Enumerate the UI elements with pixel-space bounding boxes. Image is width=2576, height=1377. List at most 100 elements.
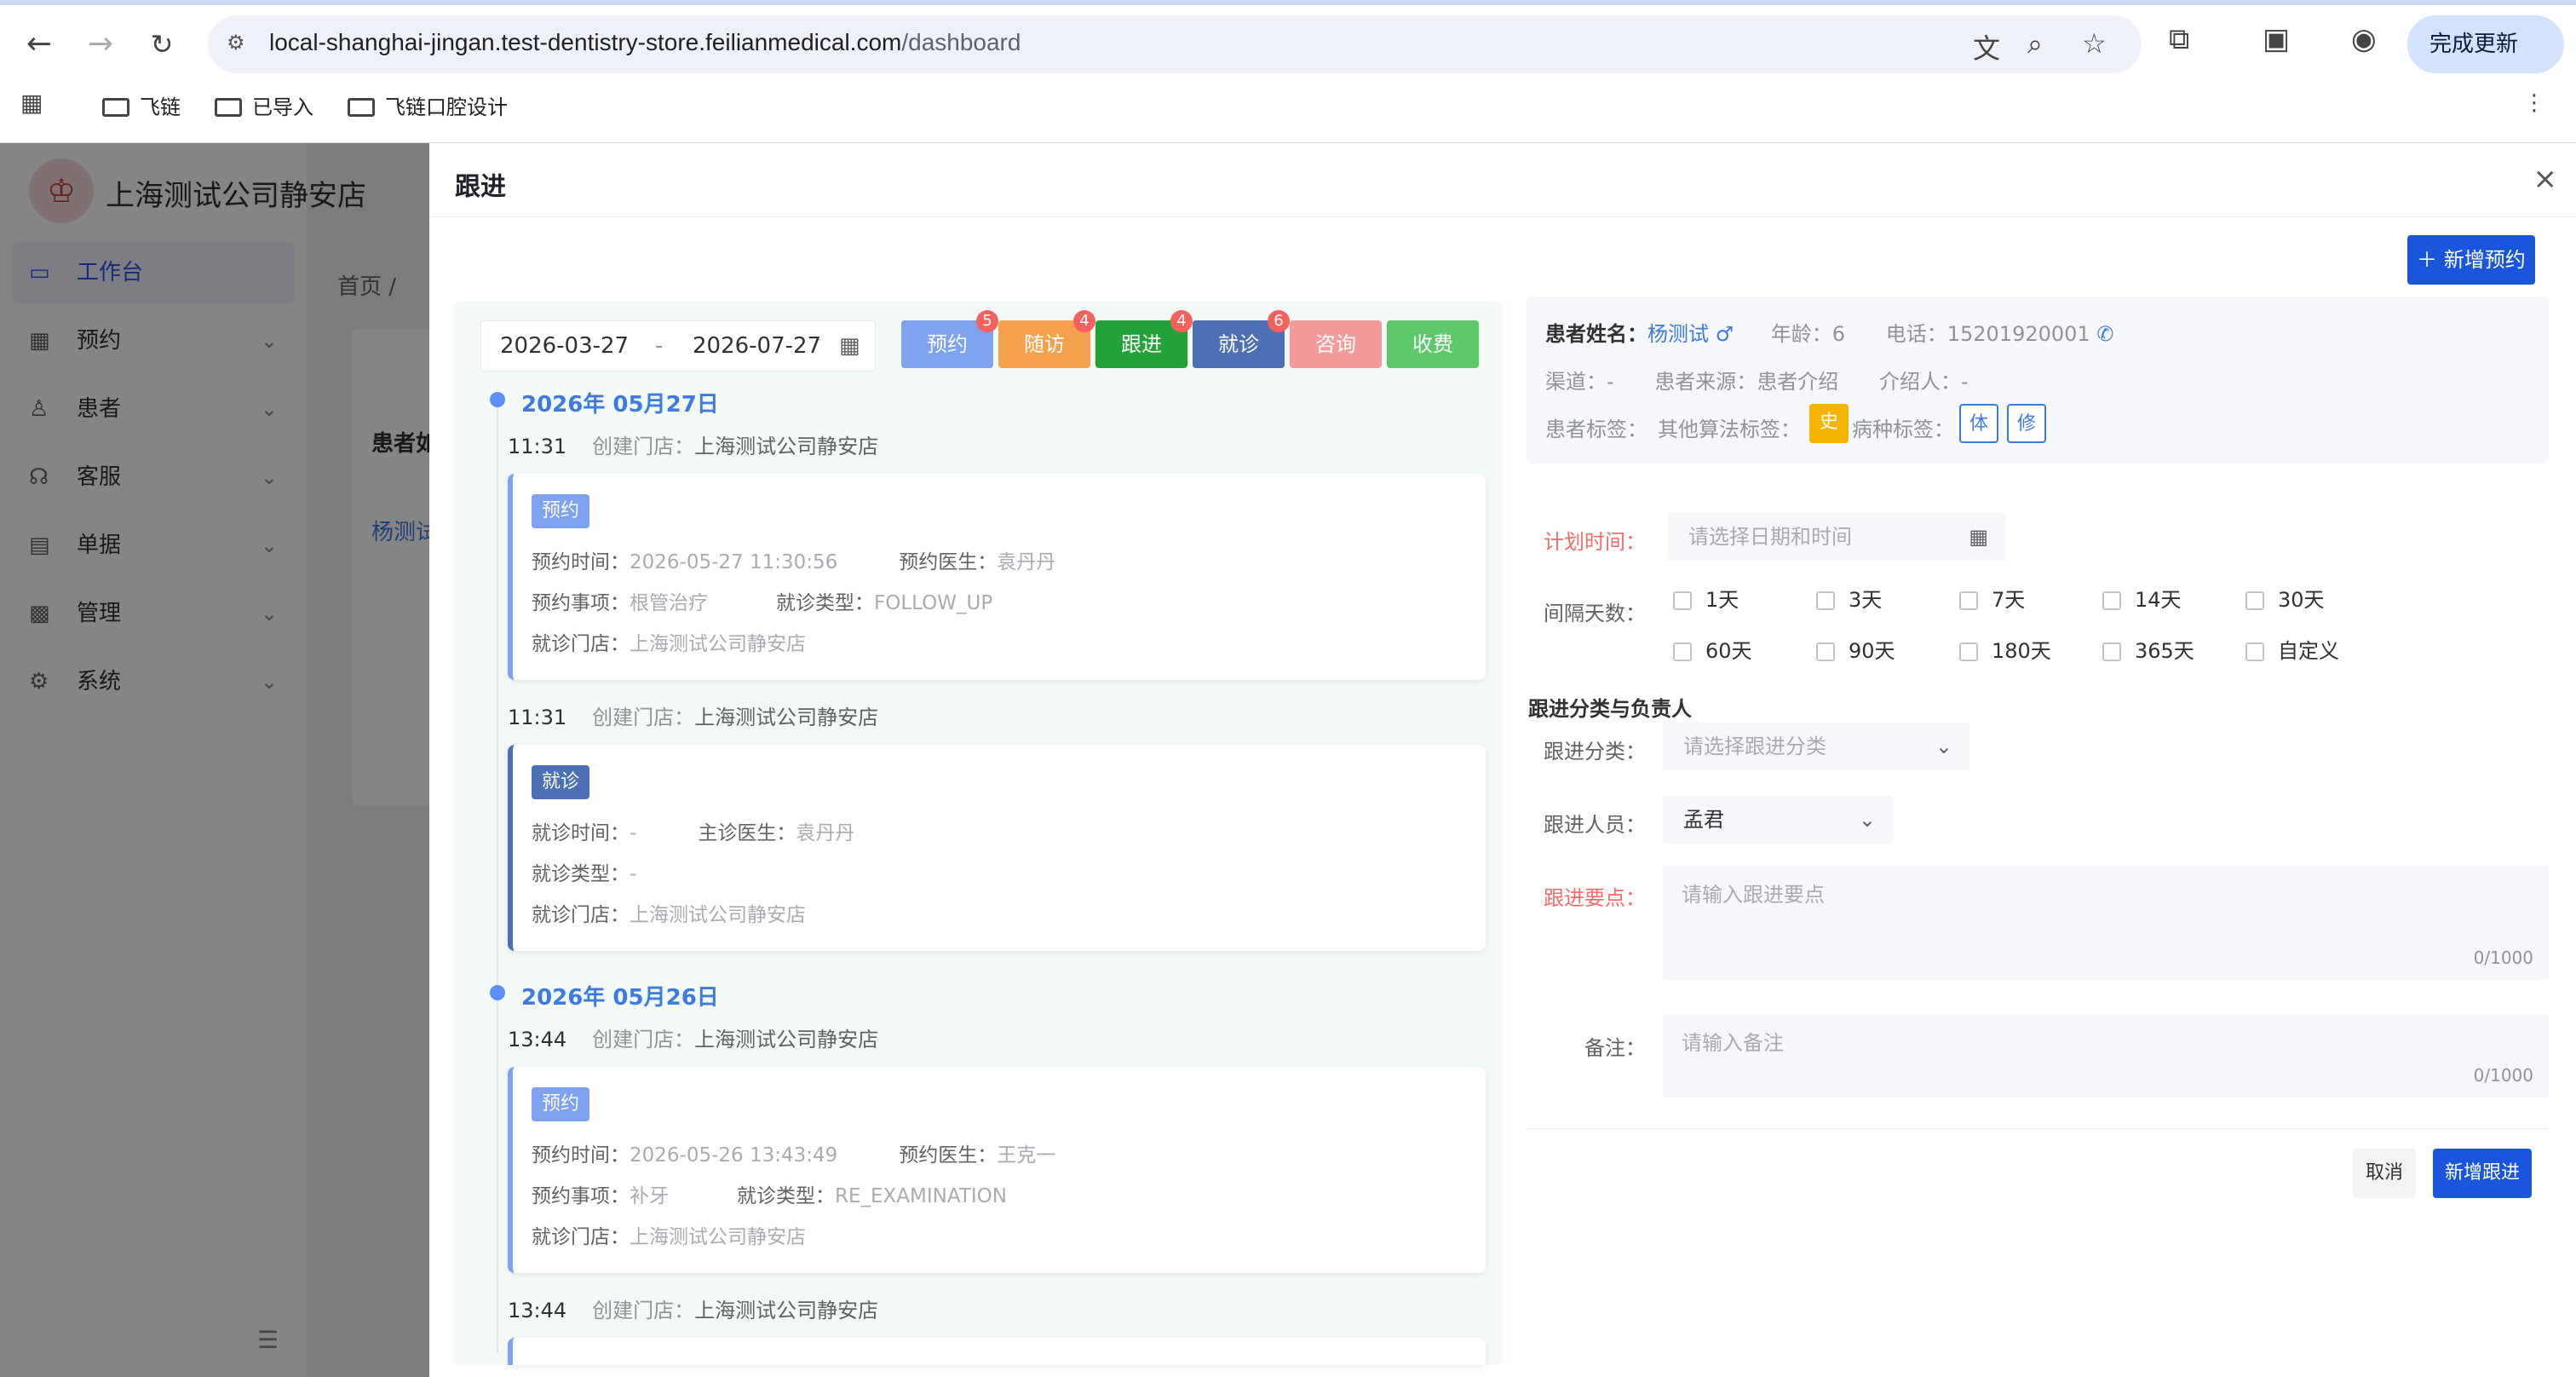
folder-icon xyxy=(215,98,242,117)
timeline-date: 2026年 05月26日 xyxy=(521,985,719,1011)
cancel-button[interactable]: 取消 xyxy=(2353,1149,2416,1198)
person-label: 跟进人员： xyxy=(1544,813,1646,837)
appointment-card[interactable]: 预约 预约时间：2026-05-27 11:30:56 预约医生：袁丹丹 预约事项… xyxy=(508,474,1486,680)
card-line: 就诊门店：上海测试公司静安店 xyxy=(532,904,806,926)
plan-time-label: 计划时间： xyxy=(1544,530,1646,554)
patient-source-row: 渠道：- 患者来源：患者介绍 介绍人：- xyxy=(1545,370,1969,394)
filter-visit-button[interactable]: 就诊 6 xyxy=(1193,310,1290,368)
disease-tag: 体 xyxy=(1959,404,1998,443)
translate-icon[interactable]: 文 xyxy=(1973,27,2000,66)
count-badge: 4 xyxy=(1170,310,1193,332)
followup-drawer: 跟进 × ＋ 新增预约 2026-03-27 - 2026-07-27 ▦ 预约… xyxy=(429,143,2576,1377)
followup-form: 患者姓名：杨测试 ♂ 年龄：6 电话：15201920001 ✆ 渠道：- 患者… xyxy=(1527,297,2557,1370)
filter-consult-button[interactable]: 咨询 xyxy=(1290,320,1382,368)
interval-checkbox[interactable]: 90天 xyxy=(1816,634,1895,664)
phone-icon[interactable]: ✆ xyxy=(2090,322,2113,346)
bookmark-2[interactable]: 已导入 xyxy=(215,90,313,120)
count-badge: 4 xyxy=(1073,310,1095,332)
algo-tag: 史 xyxy=(1809,404,1849,443)
interval-checkbox[interactable]: 1天 xyxy=(1673,583,1739,613)
date-start[interactable]: 2026-03-27 xyxy=(500,321,629,371)
timeline-row: 11:31 创建门店：上海测试公司静安店 xyxy=(508,706,879,729)
card-line: 就诊门店：上海测试公司静安店 xyxy=(532,633,806,655)
count-badge: 5 xyxy=(976,310,998,332)
menu-dots-icon[interactable]: ⋮ xyxy=(2523,90,2545,116)
category-select[interactable]: 请选择跟进分类 ⌄ xyxy=(1663,723,1969,770)
timeline-dot xyxy=(490,392,505,407)
timeline-row: 13:44 创建门店：上海测试公司静安店 xyxy=(508,1028,879,1051)
filter-revisit-button[interactable]: 随访 4 xyxy=(998,310,1095,368)
apps-grid-icon[interactable]: ▦ xyxy=(20,89,43,117)
interval-checkbox[interactable]: 3天 xyxy=(1816,583,1882,613)
browser-chrome: ← → ↻ ⚙ local-shanghai-jingan.test-denti… xyxy=(0,0,2576,143)
appointment-card[interactable] xyxy=(508,1338,1486,1365)
calendar-icon: ▦ xyxy=(1969,525,1988,549)
appointment-card[interactable]: 预约 预约时间：2026-05-26 13:43:49 预约医生：王克一 预约事项… xyxy=(508,1067,1486,1273)
male-icon: ♂ xyxy=(1709,322,1734,346)
folder-icon xyxy=(102,98,129,117)
drawer-title: 跟进 xyxy=(455,172,506,202)
date-range-picker[interactable]: 2026-03-27 - 2026-07-27 ▦ xyxy=(480,320,876,372)
url-text[interactable]: local-shanghai-jingan.test-dentistry-sto… xyxy=(269,29,1021,56)
reload-icon[interactable]: ↻ xyxy=(141,24,182,65)
chevron-down-icon: ⌄ xyxy=(1935,735,1952,758)
plan-time-input[interactable]: 请选择日期和时间 ▦ xyxy=(1668,513,2005,561)
card-tag: 预约 xyxy=(532,494,590,528)
date-end[interactable]: 2026-07-27 xyxy=(693,321,821,371)
person-select[interactable]: 孟君 ⌄ xyxy=(1663,796,1893,844)
media-icon[interactable]: ▣ xyxy=(2263,22,2290,56)
patient-name-link[interactable]: 杨测试 xyxy=(1647,322,1709,346)
zoom-icon[interactable]: ⌕ xyxy=(2027,27,2043,60)
card-tag: 就诊 xyxy=(532,765,590,799)
card-tag: 预约 xyxy=(532,1087,590,1121)
card-line: 预约时间：2026-05-27 11:30:56 预约医生：袁丹丹 xyxy=(532,551,1056,573)
card-line: 就诊门店：上海测试公司静安店 xyxy=(532,1226,806,1248)
points-label: 跟进要点： xyxy=(1544,886,1646,910)
site-info-icon[interactable]: ⚙ xyxy=(227,31,252,56)
update-button[interactable]: 完成更新 xyxy=(2407,15,2564,73)
filter-followup-button[interactable]: 跟进 4 xyxy=(1095,310,1193,368)
disease-tag-label: 病种标签： xyxy=(1852,418,1954,441)
bookmark-3[interactable]: 飞链口腔设计 xyxy=(348,90,508,120)
divider xyxy=(1527,1128,2549,1129)
card-line: 预约时间：2026-05-26 13:43:49 预约医生：王克一 xyxy=(532,1144,1056,1167)
remark-textarea[interactable]: 请输入备注 0/1000 xyxy=(1663,1014,2549,1098)
filter-charge-button[interactable]: 收费 xyxy=(1387,320,1479,368)
patient-name-row: 患者姓名：杨测试 ♂ 年龄：6 电话：15201920001 ✆ xyxy=(1545,322,2114,346)
card-line: 就诊类型：- xyxy=(532,863,637,885)
extensions-icon[interactable]: ⧉ xyxy=(2169,22,2189,56)
filter-appointment-button[interactable]: 预约 5 xyxy=(901,310,998,368)
new-appointment-button[interactable]: ＋ 新增预约 xyxy=(2407,235,2535,285)
forward-icon[interactable]: → xyxy=(80,24,121,65)
timeline-pane: 2026-03-27 - 2026-07-27 ▦ 预约 5 随访 4 跟进 4 就诊… xyxy=(453,302,1503,1365)
interval-checkbox[interactable]: 自定义 xyxy=(2245,634,2339,664)
chevron-down-icon: ⌄ xyxy=(1858,808,1876,832)
back-icon[interactable]: ← xyxy=(19,24,60,65)
timeline-row: 11:31 创建门店：上海测试公司静安店 xyxy=(508,435,879,458)
interval-checkbox[interactable]: 60天 xyxy=(1673,634,1752,664)
timeline-date: 2026年 05月27日 xyxy=(521,392,719,418)
interval-checkbox[interactable]: 14天 xyxy=(2102,583,2182,613)
interval-checkbox[interactable]: 180天 xyxy=(1959,634,2051,664)
points-textarea[interactable]: 请输入跟进要点 0/1000 xyxy=(1663,866,2549,980)
close-icon[interactable]: × xyxy=(2533,162,2558,196)
bookmark-1[interactable]: 飞链 xyxy=(102,90,181,120)
plus-icon: ＋ xyxy=(2417,248,2444,272)
visit-card[interactable]: 就诊 就诊时间：- 主诊医生：袁丹丹 就诊类型：- 就诊门店：上海测试公司静安店 xyxy=(508,745,1486,951)
disease-tag: 修 xyxy=(2007,404,2046,443)
address-bar[interactable]: ⚙ local-shanghai-jingan.test-dentistry-s… xyxy=(208,15,2142,73)
add-followup-button[interactable]: 新增跟进 xyxy=(2433,1149,2532,1198)
profile-icon[interactable]: ◉ xyxy=(2351,22,2377,56)
interval-checkbox[interactable]: 365天 xyxy=(2102,634,2194,664)
category-label: 跟进分类： xyxy=(1544,740,1646,763)
interval-checkbox[interactable]: 7天 xyxy=(1959,583,2025,613)
card-line: 预约事项：补牙 就诊类型：RE_EXAMINATION xyxy=(532,1185,1007,1207)
star-icon[interactable]: ☆ xyxy=(2082,27,2107,60)
divider xyxy=(429,216,2576,217)
count-badge: 6 xyxy=(1268,310,1290,332)
char-counter: 0/1000 xyxy=(2473,1065,2533,1086)
date-separator: - xyxy=(655,333,664,359)
tab-strip xyxy=(0,0,2576,5)
calendar-icon[interactable]: ▦ xyxy=(839,321,860,371)
interval-checkbox[interactable]: 30天 xyxy=(2245,583,2325,613)
